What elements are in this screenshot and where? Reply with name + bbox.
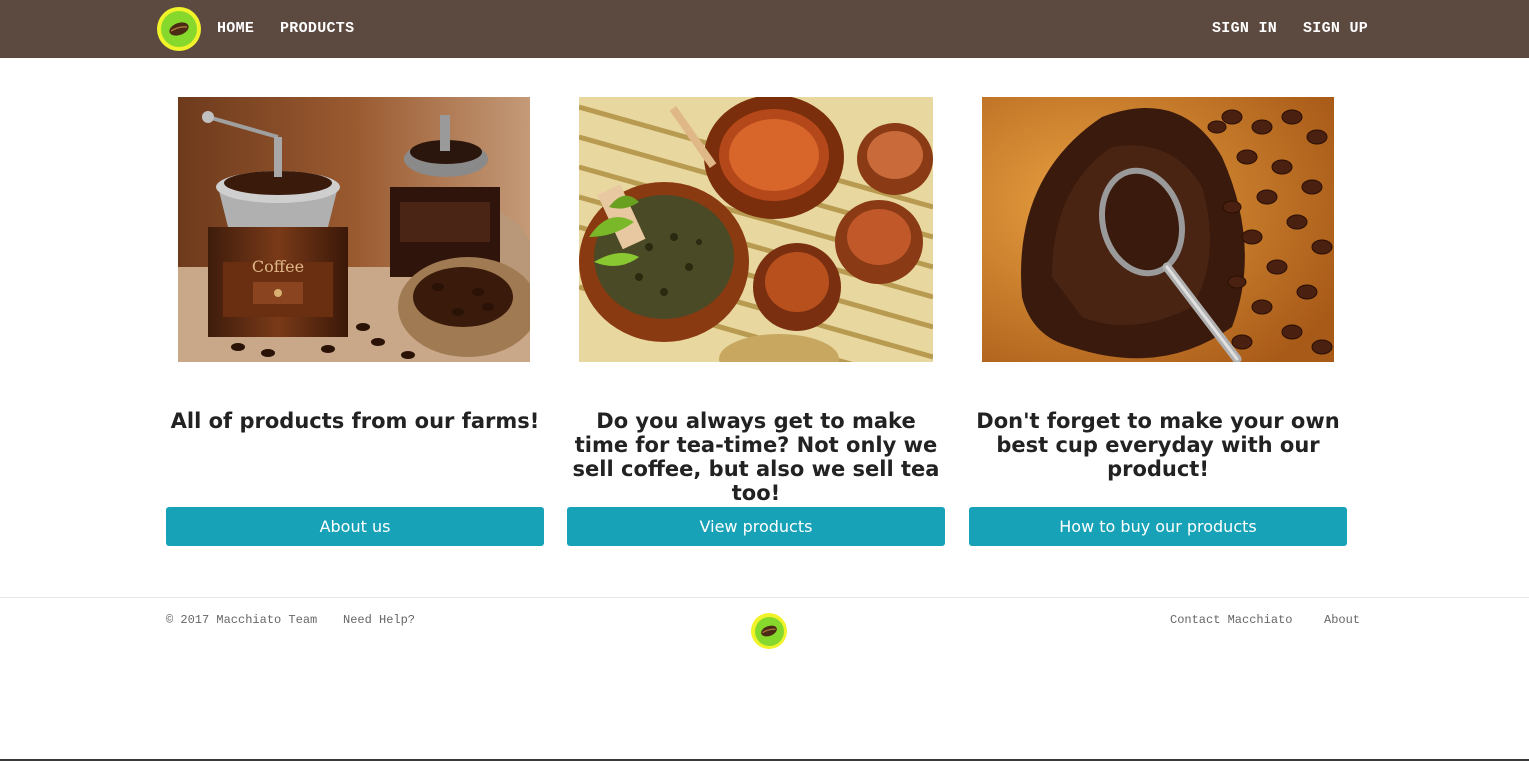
footer-about-link[interactable]: About [1324, 612, 1360, 628]
nav-sign-up-link[interactable]: SIGN UP [1303, 19, 1368, 39]
svg-text:Coffee: Coffee [252, 257, 304, 276]
footer-divider [0, 597, 1529, 598]
view-products-button[interactable]: View products [567, 507, 945, 546]
footer-contact-link[interactable]: Contact Macchiato [1170, 612, 1292, 628]
tea-set-image [579, 97, 933, 362]
footer-copyright: © 2017 Macchiato Team [166, 613, 318, 627]
nav-sign-in-link[interactable]: SIGN IN [1212, 19, 1277, 39]
nav-products-link[interactable]: PRODUCTS [280, 19, 354, 39]
top-navbar: HOME PRODUCTS SIGN IN SIGN UP [0, 0, 1529, 58]
card-heading-farms: All of products from our farms! [170, 409, 540, 433]
footer-need-help-link[interactable]: Need Help? [343, 612, 415, 628]
how-to-buy-button[interactable]: How to buy our products [969, 507, 1347, 546]
coffee-grinder-image: Coffee [178, 97, 530, 362]
card-heading-best-cup: Don't forget to make your own best cup e… [976, 409, 1340, 481]
about-us-button[interactable]: About us [166, 507, 544, 546]
card-heading-tea: Do you always get to make time for tea-t… [572, 409, 940, 505]
coffee-bean-icon[interactable] [751, 613, 787, 649]
nav-home-link[interactable]: HOME [217, 19, 254, 39]
coffee-bean-icon[interactable] [157, 7, 201, 51]
ground-coffee-image [982, 97, 1334, 362]
